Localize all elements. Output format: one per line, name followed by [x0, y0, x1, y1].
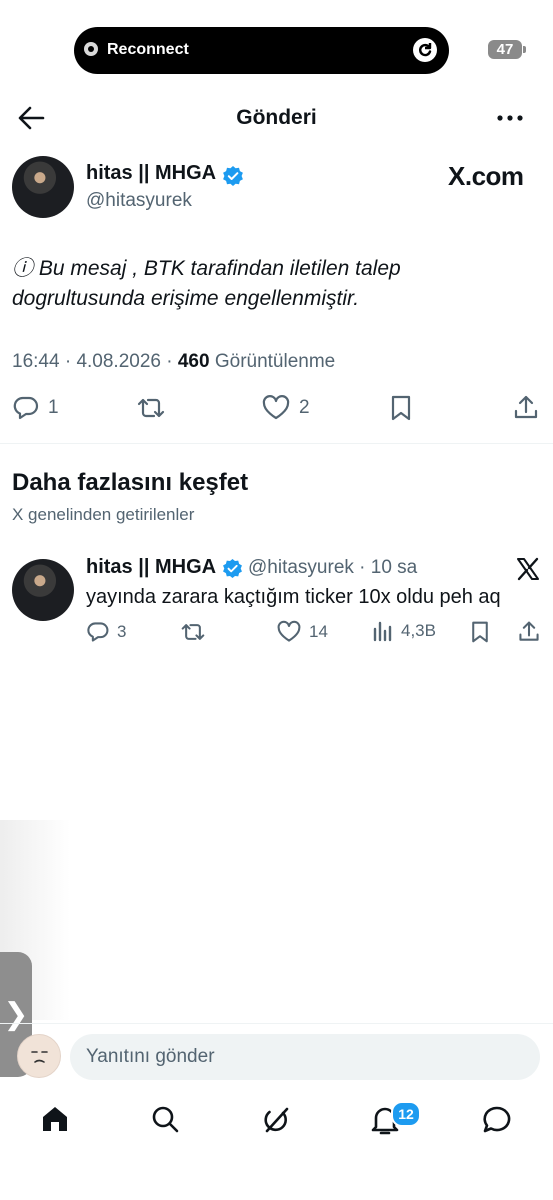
reply-icon — [86, 620, 110, 644]
tweet-share-button[interactable] — [517, 620, 541, 644]
tweet-author-name[interactable]: hitas || MHGA — [86, 556, 216, 579]
repost-button[interactable] — [136, 394, 166, 422]
reply-count: 3 — [117, 622, 127, 641]
bookmark-button[interactable] — [388, 394, 414, 422]
author-name[interactable]: hitas || MHGA — [86, 162, 216, 185]
signal-icon — [452, 41, 482, 57]
post-date: 4.08.2026 — [76, 351, 161, 372]
like-count: 2 — [299, 397, 310, 418]
author-handle[interactable]: @hitasyurek — [86, 190, 192, 212]
repost-icon — [136, 394, 166, 422]
reload-icon[interactable] — [413, 38, 437, 62]
tweet-like-button[interactable]: 14 — [276, 620, 328, 644]
reconnect-label[interactable]: Reconnect — [107, 41, 189, 59]
view-count: 4,3B — [401, 621, 436, 640]
tweet-reply-button[interactable]: 3 — [86, 620, 126, 644]
notification-badge: 12 — [391, 1101, 421, 1127]
bookmark-icon — [469, 620, 491, 644]
reply-icon — [12, 394, 40, 422]
battery-nub — [523, 46, 526, 53]
views-label: Görüntülenme — [214, 351, 336, 372]
message-icon[interactable] — [481, 1104, 513, 1136]
section-subtitle: X genelinden getirilenler — [12, 505, 195, 524]
share-button[interactable] — [512, 394, 540, 422]
share-icon — [512, 394, 540, 422]
avatar[interactable] — [12, 156, 74, 218]
tweet-bookmark-button[interactable] — [469, 620, 491, 644]
reply-button[interactable]: 1 — [12, 394, 59, 422]
battery-indicator: 47 — [488, 40, 522, 59]
divider — [0, 443, 553, 444]
post-text: ⓘ Bu mesaj , BTK tarafindan iletilen tal… — [12, 257, 401, 310]
my-avatar[interactable] — [17, 1034, 61, 1078]
share-icon — [517, 620, 541, 644]
bookmark-icon — [388, 394, 414, 422]
reply-count: 1 — [48, 397, 59, 418]
tweet-handle-time[interactable]: @hitasyurek · 10 sa — [248, 557, 417, 579]
verified-icon — [222, 165, 244, 187]
tweet-views-button[interactable]: 4,3B — [372, 620, 436, 642]
verified-icon — [222, 558, 243, 579]
avatar[interactable] — [12, 559, 74, 621]
brand-watermark: X.com — [448, 161, 524, 191]
grok-icon[interactable] — [260, 1104, 292, 1136]
page-title: Gönderi — [236, 106, 317, 129]
like-count: 14 — [309, 622, 328, 641]
search-icon[interactable] — [150, 1104, 180, 1134]
x-logo-icon[interactable] — [516, 557, 540, 581]
view-count: 460 — [177, 351, 210, 372]
like-icon — [276, 620, 302, 644]
post-time: 16:44 — [12, 351, 60, 372]
reply-input[interactable] — [70, 1034, 540, 1080]
record-icon — [84, 42, 98, 56]
chevron-right-icon: ❯ — [3, 998, 29, 1031]
like-button[interactable]: 2 — [261, 394, 310, 422]
like-icon — [261, 394, 291, 422]
divider — [0, 1023, 553, 1024]
views-icon — [372, 620, 394, 642]
repost-icon — [180, 620, 206, 644]
home-icon[interactable] — [40, 1104, 70, 1134]
post-meta: 16:44 · 4.08.2026 · 460 Görüntülenme — [12, 351, 336, 372]
tweet-text[interactable]: yayında zarara kaçtığım ticker 10x oldu … — [86, 586, 501, 609]
section-title: Daha fazlasını keşfet — [12, 469, 249, 496]
tweet-repost-button[interactable] — [180, 620, 206, 644]
more-icon[interactable] — [496, 108, 524, 128]
